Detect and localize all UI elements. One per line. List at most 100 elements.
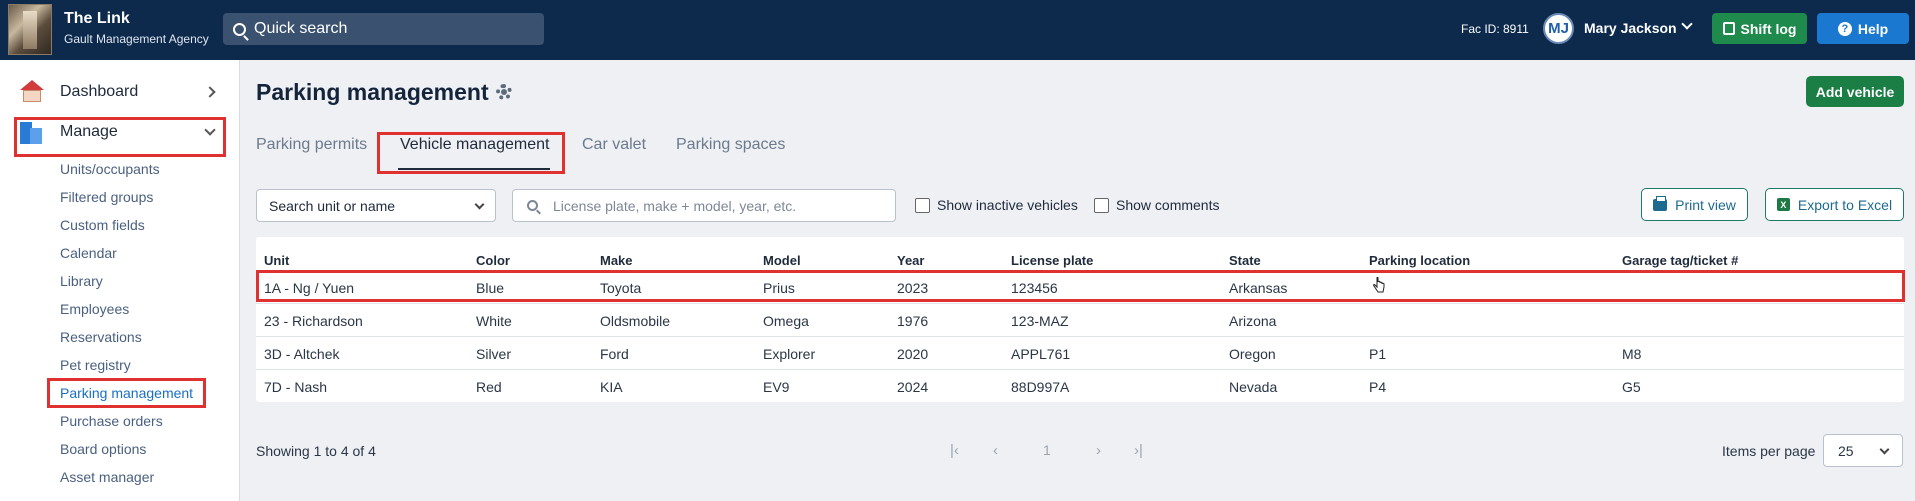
table-row[interactable]: 3D - Altchek Silver Ford Explorer 2020 A… bbox=[256, 336, 1904, 369]
quick-search-placeholder: Quick search bbox=[254, 20, 348, 37]
cell-license-plate: APPL761 bbox=[1011, 346, 1071, 362]
cell-license-plate: 88D997A bbox=[1011, 379, 1070, 395]
sidebar-item-manage[interactable]: Manage bbox=[18, 116, 224, 148]
export-excel-label: Export to Excel bbox=[1797, 196, 1893, 213]
user-name-menu[interactable]: Mary Jackson bbox=[1584, 20, 1677, 36]
add-vehicle-button[interactable]: Add vehicle bbox=[1806, 76, 1904, 107]
printer-icon bbox=[1653, 195, 1668, 211]
checkbox-box[interactable] bbox=[915, 197, 930, 213]
chevron-right-icon bbox=[204, 86, 216, 98]
user-avatar[interactable]: MJ bbox=[1543, 13, 1574, 44]
cell-model: Explorer bbox=[763, 346, 816, 362]
chevron-down-icon[interactable] bbox=[1681, 18, 1693, 30]
column-header-garage-tag[interactable]: Garage tag/ticket # bbox=[1622, 253, 1738, 268]
sidebar-subitem-employees[interactable]: Employees bbox=[60, 301, 129, 317]
cell-state: Arizona bbox=[1229, 313, 1277, 329]
show-inactive-checkbox[interactable]: Show inactive vehicles bbox=[915, 197, 1078, 213]
sidebar-subitem-parking-management[interactable]: Parking management bbox=[60, 385, 193, 401]
cell-unit: 3D - Altchek bbox=[264, 346, 340, 362]
cell-year: 2020 bbox=[897, 346, 929, 362]
previous-page-icon[interactable]: ‹ bbox=[993, 442, 998, 459]
cell-license-plate: 123-MAZ bbox=[1011, 313, 1069, 329]
shift-log-label: Shift log bbox=[1740, 20, 1797, 37]
agency-name: Gault Management Agency bbox=[64, 32, 209, 46]
show-inactive-label: Show inactive vehicles bbox=[937, 197, 1078, 213]
table-row[interactable]: 7D - Nash Red KIA EV9 2024 88D997A Nevad… bbox=[256, 369, 1904, 402]
column-header-year[interactable]: Year bbox=[897, 253, 924, 268]
sidebar-subitem-board-options[interactable]: Board options bbox=[60, 441, 146, 457]
vehicle-search-input[interactable]: License plate, make + model, year, etc. bbox=[512, 189, 896, 222]
sidebar-subitem-asset-manager[interactable]: Asset manager bbox=[60, 469, 154, 485]
building-logo-icon[interactable] bbox=[8, 4, 52, 55]
last-page-icon[interactable]: ›| bbox=[1134, 442, 1143, 459]
cell-unit: 1A - Ng / Yuen bbox=[264, 280, 355, 296]
help-label: Help bbox=[1857, 20, 1889, 37]
cell-year: 1976 bbox=[897, 313, 929, 329]
sidebar-subitem-filtered-groups[interactable]: Filtered groups bbox=[60, 189, 153, 205]
sidebar-subitem-calendar[interactable]: Calendar bbox=[60, 245, 117, 261]
help-button[interactable]: ? Help bbox=[1817, 13, 1909, 44]
tab-vehicle-management[interactable]: Vehicle management bbox=[400, 136, 549, 154]
pagination-summary: Showing 1 to 4 of 4 bbox=[256, 443, 376, 459]
table-row[interactable]: 23 - Richardson White Oldsmobile Omega 1… bbox=[256, 303, 1904, 336]
sidebar-subitem-custom-fields[interactable]: Custom fields bbox=[60, 217, 145, 233]
sidebar-subitem-library[interactable]: Library bbox=[60, 273, 103, 289]
sidebar-subitem-pet-registry[interactable]: Pet registry bbox=[60, 357, 131, 373]
cell-garage-tag: M8 bbox=[1622, 346, 1642, 362]
items-per-page-select[interactable]: 25 bbox=[1823, 434, 1903, 467]
cell-parking-location: P4 bbox=[1369, 379, 1387, 395]
page-title: Parking management bbox=[256, 79, 489, 105]
cell-color: Blue bbox=[476, 280, 505, 296]
checkbox-box[interactable] bbox=[1094, 197, 1109, 213]
gear-icon[interactable] bbox=[496, 84, 512, 100]
sidebar-subitem-units[interactable]: Units/occupants bbox=[60, 161, 160, 177]
unit-search-value: Search unit or name bbox=[269, 197, 396, 214]
vehicle-table: Unit Color Make Model Year License plate… bbox=[256, 237, 1904, 402]
sidebar-item-dashboard[interactable]: Dashboard bbox=[18, 76, 224, 108]
cell-color: Red bbox=[476, 379, 502, 395]
column-header-unit[interactable]: Unit bbox=[264, 253, 289, 268]
cell-make: Ford bbox=[600, 346, 629, 362]
current-page-number[interactable]: 1 bbox=[1043, 442, 1051, 458]
cell-state: Arkansas bbox=[1229, 280, 1288, 296]
column-header-license-plate[interactable]: License plate bbox=[1011, 253, 1093, 268]
print-view-button[interactable]: Print view bbox=[1641, 188, 1748, 221]
cell-license-plate: 123456 bbox=[1011, 280, 1058, 296]
first-page-icon[interactable]: |‹ bbox=[950, 442, 959, 459]
cell-model: Prius bbox=[763, 280, 795, 296]
unit-search-select[interactable]: Search unit or name bbox=[256, 189, 496, 222]
shift-log-button[interactable]: Shift log bbox=[1712, 13, 1807, 44]
column-header-model[interactable]: Model bbox=[763, 253, 801, 268]
app-title: The Link bbox=[64, 10, 130, 27]
column-header-state[interactable]: State bbox=[1229, 253, 1261, 268]
cell-unit: 23 - Richardson bbox=[264, 313, 363, 329]
quick-search-input[interactable]: Quick search bbox=[223, 13, 544, 45]
tab-parking-permits[interactable]: Parking permits bbox=[256, 136, 367, 154]
excel-icon: X bbox=[1776, 198, 1790, 211]
table-row[interactable]: 1A - Ng / Yuen Blue Toyota Prius 2023 12… bbox=[256, 270, 1904, 303]
tab-car-valet[interactable]: Car valet bbox=[582, 136, 646, 154]
active-tab-indicator bbox=[398, 168, 550, 170]
building-icon bbox=[20, 120, 42, 144]
sidebar-subitem-purchase-orders[interactable]: Purchase orders bbox=[60, 413, 163, 429]
cell-parking-location: P1 bbox=[1369, 346, 1387, 362]
sidebar: Dashboard Manage Units/occupants Filtere… bbox=[0, 60, 240, 501]
top-bar: The Link Gault Management Agency Quick s… bbox=[0, 0, 1915, 60]
house-icon bbox=[20, 80, 44, 102]
sidebar-item-label: Manage bbox=[60, 123, 118, 140]
facility-id: Fac ID: 8911 bbox=[1461, 22, 1529, 36]
chevron-down-icon bbox=[474, 199, 485, 210]
tab-parking-spaces[interactable]: Parking spaces bbox=[676, 136, 785, 154]
sidebar-subitem-reservations[interactable]: Reservations bbox=[60, 329, 142, 345]
chevron-down-icon bbox=[204, 124, 216, 136]
export-excel-button[interactable]: X Export to Excel bbox=[1765, 188, 1904, 221]
column-header-parking-location[interactable]: Parking location bbox=[1369, 253, 1470, 268]
next-page-icon[interactable]: › bbox=[1096, 442, 1101, 459]
cell-year: 2023 bbox=[897, 280, 929, 296]
help-icon: ? bbox=[1837, 21, 1852, 36]
column-header-color[interactable]: Color bbox=[476, 253, 510, 268]
show-comments-checkbox[interactable]: Show comments bbox=[1094, 197, 1219, 213]
column-header-make[interactable]: Make bbox=[600, 253, 633, 268]
cell-color: Silver bbox=[476, 346, 512, 362]
cell-make: KIA bbox=[600, 379, 623, 395]
